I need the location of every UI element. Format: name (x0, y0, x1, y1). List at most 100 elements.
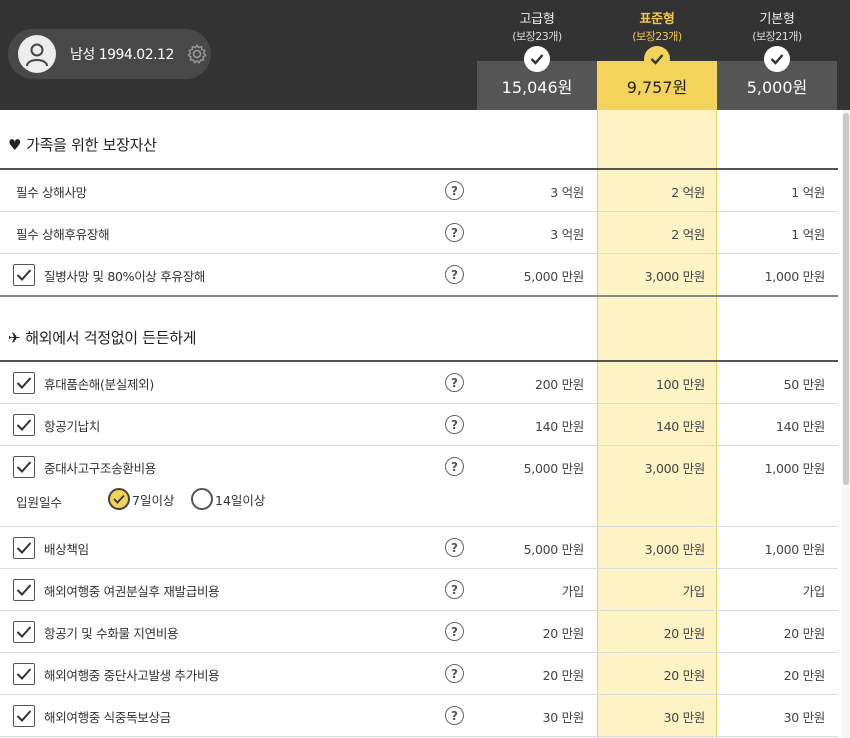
coverage-checkbox[interactable] (13, 414, 35, 436)
coverage-row: 항공기납치 ? 140 만원 140 만원 140 만원 (0, 404, 838, 446)
radio-checked-icon (108, 488, 130, 510)
coverage-checkbox[interactable] (13, 621, 35, 643)
coverage-checkbox[interactable] (13, 372, 35, 394)
value-basic: 20 만원 (783, 625, 826, 641)
plan-name: 기본형 (759, 12, 795, 27)
help-icon[interactable]: ? (445, 373, 464, 392)
value-premium: 3 억원 (550, 184, 584, 200)
coverage-checkbox[interactable] (13, 456, 35, 478)
coverage-label: 질병사망 및 80%이상 후유장해 (44, 268, 206, 284)
value-standard: 20 만원 (663, 625, 706, 641)
value-standard: 100 만원 (655, 376, 705, 392)
header: 남성 1994.02.12 고급형 (보장23개) 15,046원 표준형 (보… (0, 0, 850, 110)
radio-14days[interactable]: 14일이상 (191, 488, 265, 510)
radio-7days[interactable]: 7일이상 (108, 488, 174, 510)
coverage-checkbox[interactable] (13, 579, 35, 601)
plan-count: (보장23개) (632, 30, 682, 43)
plan-standard[interactable]: 표준형 (보장23개) 9,757원 (597, 0, 717, 110)
coverage-row: 해외여행중 중단사고발생 추가비용 ? 20 만원 20 만원 20 만원 (0, 653, 838, 695)
coverage-row: 휴대품손해(분실제외) ? 200 만원 100 만원 50 만원 (0, 362, 838, 404)
value-premium: 가입 (561, 583, 585, 599)
value-standard: 2 억원 (671, 184, 705, 200)
value-premium: 5,000 만원 (523, 460, 585, 476)
coverage-checkbox[interactable] (13, 663, 35, 685)
coverage-label: 휴대품손해(분실제외) (44, 376, 154, 392)
value-standard: 가입 (682, 583, 706, 599)
coverage-label: 해외여행중 중단사고발생 추가비용 (44, 667, 220, 683)
coverage-row: 중대사고구조송환비용 ? 5,000 만원 3,000 만원 1,000 만원 (0, 446, 838, 488)
help-icon[interactable]: ? (445, 181, 464, 200)
plan-basic[interactable]: 기본형 (보장21개) 5,000원 (717, 0, 837, 110)
coverage-label: 항공기 및 수화물 지연비용 (44, 625, 179, 641)
scrollbar-thumb[interactable] (843, 113, 849, 485)
value-standard: 3,000 만원 (644, 541, 706, 557)
section-title-family: ♥ 가족을 위한 보장자산 (8, 134, 157, 155)
value-basic: 140 만원 (775, 418, 825, 434)
value-standard: 3,000 만원 (644, 268, 706, 284)
divider (0, 736, 838, 737)
coverage-label: 배상책임 (44, 541, 89, 557)
value-basic: 1 억원 (791, 226, 825, 242)
value-basic: 20 만원 (783, 667, 826, 683)
radio-unchecked-icon (191, 488, 213, 510)
value-basic: 1,000 만원 (764, 541, 826, 557)
avatar (18, 35, 56, 73)
help-icon[interactable]: ? (445, 580, 464, 599)
help-icon[interactable]: ? (445, 223, 464, 242)
radio-label: 7일이상 (132, 492, 175, 508)
value-premium: 30 만원 (542, 709, 585, 725)
value-basic: 30 만원 (783, 709, 826, 725)
value-premium: 3 억원 (550, 226, 584, 242)
coverage-label: 필수 상해사망 (16, 184, 87, 200)
heart-icon: ♥ (8, 135, 22, 154)
airplane-icon: ✈ (8, 328, 21, 347)
plan-premium[interactable]: 고급형 (보장23개) 15,046원 (477, 0, 597, 110)
help-icon[interactable]: ? (445, 706, 464, 725)
coverage-checkbox[interactable] (13, 264, 35, 286)
person-icon (26, 43, 48, 67)
coverage-label: 중대사고구조송환비용 (44, 460, 157, 476)
value-standard: 30 만원 (663, 709, 706, 725)
coverage-checkbox[interactable] (13, 537, 35, 559)
coverage-row: 질병사망 및 80%이상 후유장해 ? 5,000 만원 3,000 만원 1,… (0, 254, 838, 296)
coverage-label: 항공기납치 (44, 418, 101, 434)
radio-label: 14일이상 (215, 492, 266, 508)
value-premium: 200 만원 (534, 376, 584, 392)
plan-name: 표준형 (639, 12, 675, 27)
coverage-row: 필수 상해사망 ? 3 억원 2 억원 1 억원 (0, 170, 838, 212)
check-icon (764, 46, 790, 72)
hospital-days-row: 입원일수 7일이상 14일이상 (0, 484, 838, 516)
value-premium: 5,000 만원 (523, 268, 585, 284)
value-standard: 20 만원 (663, 667, 706, 683)
help-icon[interactable]: ? (445, 265, 464, 284)
coverage-checkbox[interactable] (13, 705, 35, 727)
help-icon[interactable]: ? (445, 622, 464, 641)
value-standard: 2 억원 (671, 226, 705, 242)
plan-name: 고급형 (519, 12, 555, 27)
section-title-text: 가족을 위한 보장자산 (26, 136, 157, 154)
value-standard: 140 만원 (655, 418, 705, 434)
value-basic: 1,000 만원 (764, 268, 826, 284)
coverage-label: 필수 상해후유장해 (16, 226, 110, 242)
gear-icon[interactable] (186, 43, 208, 65)
help-icon[interactable]: ? (445, 415, 464, 434)
value-premium: 20 만원 (542, 625, 585, 641)
value-basic: 50 만원 (783, 376, 826, 392)
coverage-row: 해외여행중 여권분실후 재발급비용 ? 가입 가입 가입 (0, 569, 838, 611)
coverage-label: 해외여행중 여권분실후 재발급비용 (44, 583, 220, 599)
profile-info: 남성 1994.02.12 (70, 47, 174, 63)
value-premium: 5,000 만원 (523, 541, 585, 557)
profile-pill[interactable]: 남성 1994.02.12 (8, 29, 211, 79)
plan-count: (보장23개) (512, 30, 562, 43)
plan-count: (보장21개) (752, 30, 802, 43)
section-title-text: 해외에서 걱정없이 든든하게 (25, 329, 197, 347)
coverage-label: 해외여행중 식중독보상금 (44, 709, 171, 725)
help-icon[interactable]: ? (445, 664, 464, 683)
hospital-days-label: 입원일수 (16, 495, 63, 510)
section-title-overseas: ✈ 해외에서 걱정없이 든든하게 (8, 327, 197, 348)
help-icon[interactable]: ? (445, 538, 464, 557)
help-icon[interactable]: ? (445, 457, 464, 476)
value-premium: 140 만원 (534, 418, 584, 434)
value-standard: 3,000 만원 (644, 460, 706, 476)
value-basic: 1,000 만원 (764, 460, 826, 476)
